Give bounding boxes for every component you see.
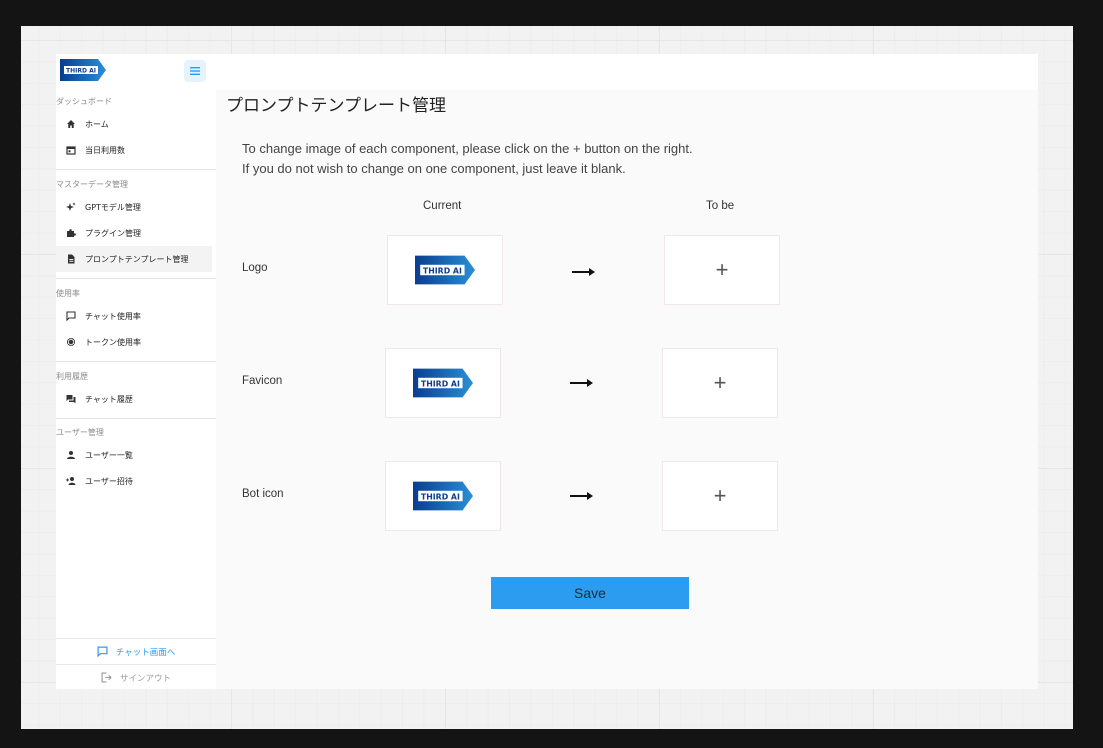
document-icon (65, 253, 77, 265)
plus-icon: + (713, 483, 727, 508)
sidebar-item-label: GPTモデル管理 (85, 202, 141, 212)
sidebar-item-label: ユーザー招待 (85, 476, 133, 486)
home-icon (65, 118, 77, 130)
sidebar-divider (56, 169, 216, 170)
section-title-usage-rate: 使用率 (56, 289, 80, 298)
section-title-history: 利用履歴 (56, 372, 88, 381)
plus-icon: + (715, 257, 729, 282)
row-label-logo: Logo (242, 262, 268, 274)
sidebar-item-home[interactable]: ホーム (56, 111, 212, 137)
sidebar-item-label: プラグイン管理 (85, 228, 141, 238)
plus-icon: + (713, 370, 727, 395)
sidebar-item-label: ホーム (85, 119, 109, 129)
section-title-dashboard: ダッシュボード (56, 97, 112, 106)
sidebar-item-label: 当日利用数 (85, 145, 125, 155)
sidebar-divider (56, 361, 216, 362)
person-add-icon (65, 475, 77, 487)
sidebar-item-label: トークン使用率 (85, 337, 141, 347)
sidebar-divider (56, 418, 216, 419)
menu-toggle-button[interactable] (184, 60, 206, 82)
page-title: プロンプトテンプレート管理 (226, 96, 446, 116)
app-window: THIRD AI ダッシュボード ホーム 当日利用数 マスターデータ管理 GPT… (56, 54, 1038, 689)
sidebar-divider (56, 278, 216, 279)
sparkle-icon (65, 201, 77, 213)
arrow-right-icon (570, 492, 593, 500)
third-ai-logo: THIRD AI (415, 255, 475, 285)
third-ai-logo: THIRD AI (413, 481, 473, 511)
chat-icon (65, 310, 77, 322)
third-ai-logo: THIRD AI (413, 368, 473, 398)
chat-screen-link-label: チャット画面へ (115, 647, 176, 658)
sidebar-item-token-usage[interactable]: トークン使用率 (56, 329, 212, 355)
instructions-line-2: If you do not wish to change on one comp… (242, 161, 626, 176)
chat-screen-link[interactable]: チャット画面へ (56, 638, 216, 664)
arrow-right-icon (570, 379, 593, 387)
logo-text: THIRD AI (421, 492, 460, 501)
sidebar-item-label: プロンプトテンプレート管理 (85, 254, 189, 264)
sidebar-item-label: チャット履歴 (85, 394, 133, 404)
arrow-right-icon (572, 268, 595, 276)
column-header-to-be: To be (706, 200, 735, 212)
logo-text: THIRD AI (423, 266, 462, 275)
sidebar-item-plugins[interactable]: プラグイン管理 (56, 220, 212, 246)
sidebar-item-label: ユーザー一覧 (85, 450, 133, 460)
sidebar-item-chat-usage[interactable]: チャット使用率 (56, 303, 212, 329)
person-icon (65, 449, 77, 461)
sidebar-item-daily-usage[interactable]: 当日利用数 (56, 137, 212, 163)
signout-label: サインアウト (119, 673, 171, 684)
add-bot-icon-button[interactable]: + (662, 461, 778, 531)
add-favicon-button[interactable]: + (662, 348, 778, 418)
sidebar-item-gpt-models[interactable]: GPTモデル管理 (56, 194, 212, 220)
chat-icon (97, 646, 108, 657)
row-label-bot-icon: Bot icon (242, 488, 284, 500)
sidebar-item-user-invite[interactable]: ユーザー招待 (56, 468, 212, 494)
current-favicon-image: THIRD AI (385, 348, 501, 418)
token-icon (65, 336, 77, 348)
logout-icon (101, 672, 112, 683)
sidebar-item-chat-history[interactable]: チャット履歴 (56, 386, 212, 412)
hamburger-icon (190, 67, 200, 75)
sidebar-item-label: チャット使用率 (85, 311, 141, 321)
logo-text: THIRD AI (421, 379, 460, 388)
current-logo-image: THIRD AI (387, 235, 503, 305)
chat-history-icon (65, 393, 77, 405)
section-title-user-management: ユーザー管理 (56, 428, 104, 437)
signout-button[interactable]: サインアウト (56, 664, 216, 689)
add-logo-button[interactable]: + (664, 235, 780, 305)
sidebar: THIRD AI ダッシュボード ホーム 当日利用数 マスターデータ管理 GPT… (56, 54, 216, 689)
calendar-icon (65, 144, 77, 156)
section-title-master-data: マスターデータ管理 (56, 180, 128, 189)
sidebar-item-prompt-templates[interactable]: プロンプトテンプレート管理 (56, 246, 212, 272)
logo-text: THIRD AI (66, 68, 96, 75)
instructions-line-1: To change image of each component, pleas… (242, 141, 693, 156)
current-bot-icon-image: THIRD AI (385, 461, 501, 531)
sidebar-item-user-list[interactable]: ユーザー一覧 (56, 442, 212, 468)
column-header-current: Current (423, 200, 462, 212)
save-button[interactable]: Save (491, 577, 689, 609)
puzzle-icon (65, 227, 77, 239)
row-label-favicon: Favicon (242, 375, 283, 387)
third-ai-logo: THIRD AI (60, 59, 106, 81)
instructions: To change image of each component, pleas… (242, 139, 693, 179)
